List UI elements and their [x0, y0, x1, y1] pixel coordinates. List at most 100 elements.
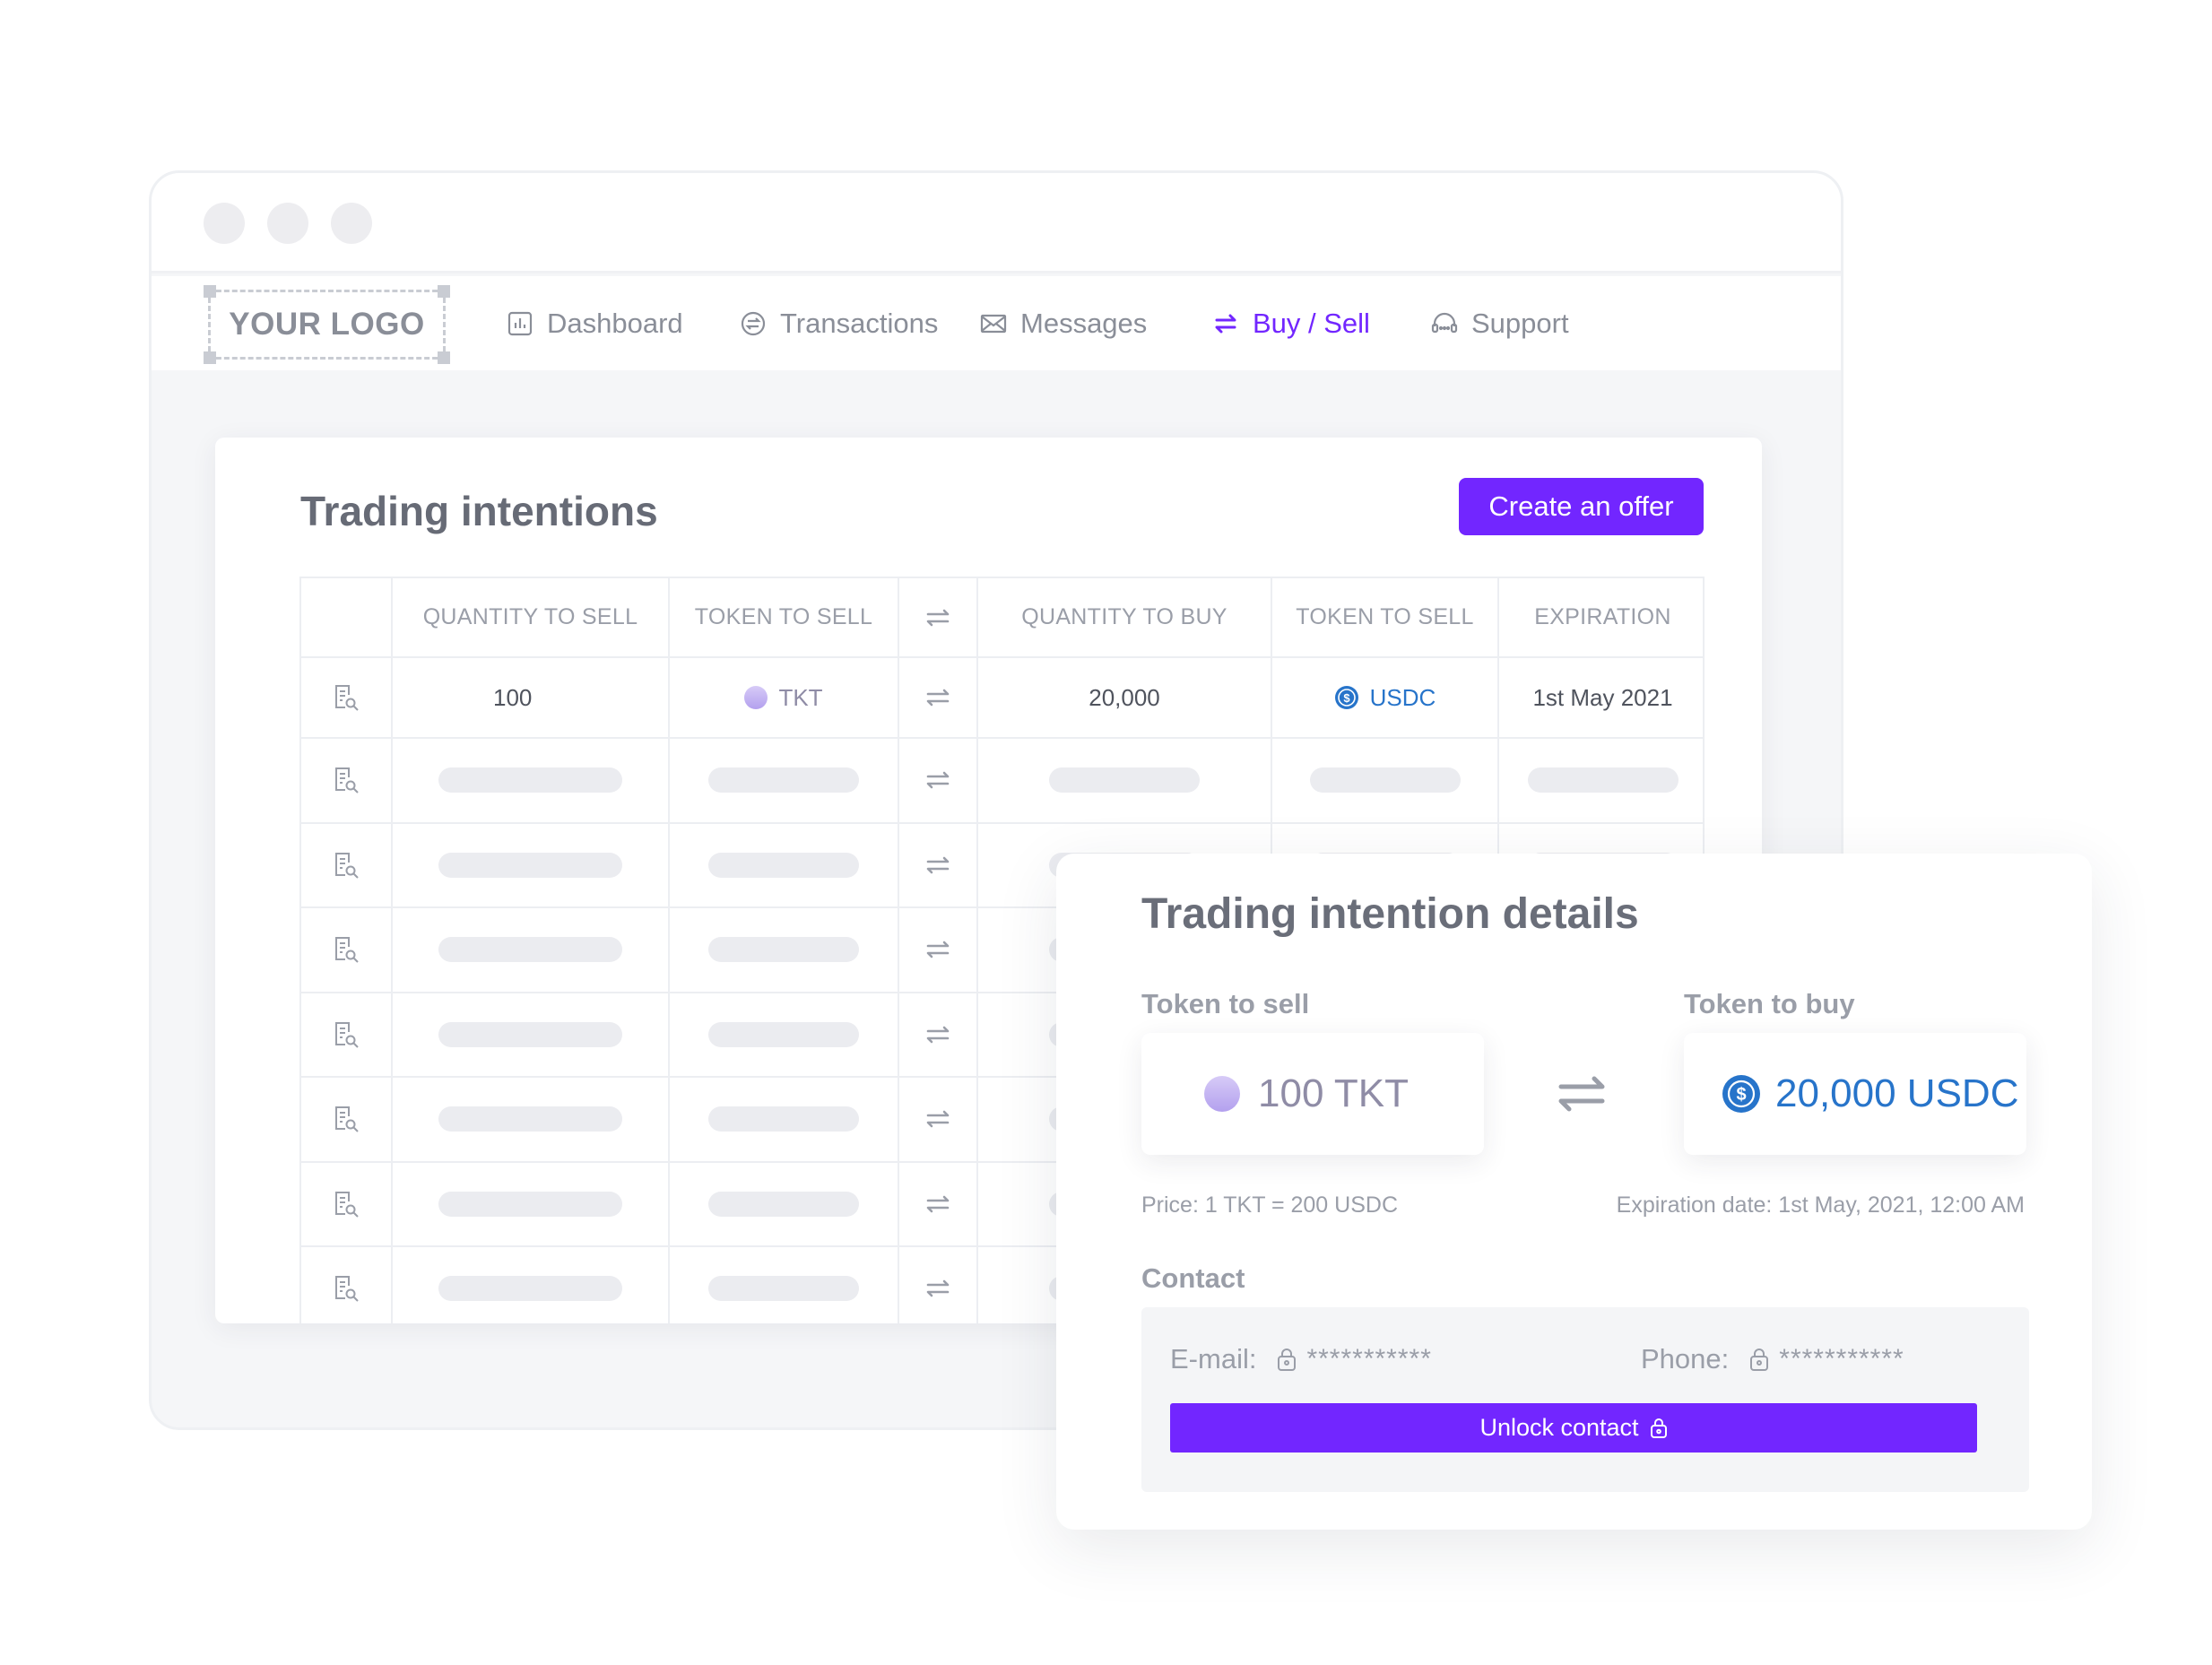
- swap-icon: [926, 1026, 950, 1044]
- nav-item-messages[interactable]: Messages: [979, 276, 1147, 370]
- nav-item-transactions[interactable]: Transactions: [739, 276, 938, 370]
- window-titlebar: [152, 173, 1841, 273]
- skeleton-cell: [668, 1247, 898, 1323]
- unlock-contact-button[interactable]: Unlock contact: [1170, 1403, 1977, 1453]
- lock-icon: [1278, 1348, 1297, 1371]
- envelope-icon: [980, 314, 1007, 333]
- nav-item-dashboard[interactable]: Dashboard: [506, 276, 683, 370]
- quantity-to-buy-cell: 20,000: [976, 658, 1271, 737]
- skeleton-cell: [668, 993, 898, 1076]
- expiration-cell: 1st May 2021: [1497, 658, 1703, 737]
- swap-icon: [926, 609, 950, 626]
- swap-icon: [926, 856, 950, 874]
- chart-icon: [507, 311, 533, 335]
- logo-placeholder[interactable]: YOUR LOGO: [204, 285, 450, 364]
- loading-placeholder: [438, 1021, 622, 1047]
- nav-label: Transactions: [780, 307, 939, 339]
- swap-icon: [926, 689, 950, 707]
- swap-icon: [1215, 314, 1236, 333]
- skeleton-cell: [391, 908, 668, 992]
- swap-cell: [898, 739, 976, 822]
- document-search-icon[interactable]: [331, 850, 361, 880]
- document-search-icon[interactable]: [331, 1189, 361, 1219]
- window-control-dot[interactable]: [204, 203, 245, 244]
- document-search-icon[interactable]: [331, 934, 361, 965]
- skeleton-cell: [391, 823, 668, 906]
- nav-label: Support: [1471, 307, 1569, 339]
- tkt-token-icon: [1204, 1076, 1240, 1112]
- resize-handle: [204, 285, 216, 298]
- nav-item-support[interactable]: Support: [1430, 276, 1569, 370]
- document-search-icon[interactable]: [331, 765, 361, 795]
- window-control-dot[interactable]: [267, 203, 308, 244]
- document-search-icon[interactable]: [331, 682, 361, 713]
- document-search-icon[interactable]: [331, 1104, 361, 1134]
- skeleton-cell: [668, 908, 898, 992]
- contact-box: E-mail: *********** Phone: *********** U…: [1141, 1307, 2029, 1492]
- skeleton-cell: [391, 993, 668, 1076]
- lock-icon: [1650, 1418, 1667, 1438]
- email-masked-value: ***********: [1306, 1344, 1432, 1374]
- swap-icon: [926, 1279, 950, 1297]
- logo-text: YOUR LOGO: [229, 307, 425, 342]
- swap-cell: [898, 1078, 976, 1161]
- usdc-token-icon: $: [1722, 1075, 1760, 1113]
- swap-cell: [898, 1162, 976, 1245]
- row-view-cell[interactable]: [301, 1078, 391, 1161]
- row-view-cell[interactable]: [301, 824, 391, 907]
- nav-label: Buy / Sell: [1253, 307, 1370, 339]
- nav-label: Dashboard: [547, 307, 683, 339]
- expiration-text: Expiration date: 1st May, 2021, 12:00 AM: [1616, 1192, 2025, 1218]
- swap-cell: [898, 908, 976, 992]
- document-search-icon[interactable]: [331, 1273, 361, 1304]
- lock-icon: [1750, 1348, 1769, 1371]
- top-navbar: YOUR LOGO Dashboard Transactions Message…: [152, 276, 1841, 370]
- loading-placeholder: [438, 937, 622, 963]
- swap-cell: [898, 658, 976, 737]
- loading-placeholder: [708, 1276, 859, 1302]
- token-to-buy-label: Token to buy: [1684, 988, 1855, 1019]
- loading-placeholder: [438, 1276, 622, 1302]
- loading-placeholder: [438, 852, 622, 878]
- column-header-swap: [898, 578, 976, 656]
- document-search-icon[interactable]: [331, 1019, 361, 1050]
- swap-cell: [898, 823, 976, 906]
- token-label: TKT: [778, 683, 823, 711]
- swap-cell: [898, 1247, 976, 1323]
- skeleton-cell: [391, 739, 668, 822]
- nav-label: Messages: [1020, 307, 1148, 339]
- email-field: E-mail: ***********: [1170, 1343, 1432, 1375]
- column-header-token-to-buy: TOKEN TO SELL: [1271, 578, 1497, 656]
- details-title: Trading intention details: [1141, 890, 1639, 938]
- tkt-token-icon: [744, 686, 768, 709]
- svg-text:$: $: [1343, 691, 1350, 705]
- row-view-cell[interactable]: [301, 658, 391, 737]
- row-view-cell[interactable]: [301, 1247, 391, 1323]
- buy-token-card: $ 20,000 USDC: [1684, 1033, 2026, 1155]
- swap-icon: [1558, 1076, 1605, 1112]
- create-offer-button[interactable]: Create an offer: [1459, 478, 1704, 535]
- skeleton-cell: [1271, 739, 1497, 822]
- nav-item-buy-sell[interactable]: Buy / Sell: [1211, 276, 1370, 370]
- skeleton-cell: [391, 1162, 668, 1245]
- row-view-cell[interactable]: [301, 908, 391, 992]
- token-to-sell-cell: TKT: [668, 658, 898, 737]
- trading-intention-details-popup: Trading intention details Token to sell …: [1056, 854, 2092, 1530]
- phone-field: Phone: ***********: [1641, 1343, 1904, 1375]
- skeleton-cell: [1497, 739, 1703, 822]
- row-view-cell[interactable]: [301, 1163, 391, 1246]
- row-view-cell[interactable]: [301, 739, 391, 822]
- buy-amount: 20,000 USDC: [1775, 1071, 2019, 1115]
- phone-label: Phone:: [1641, 1343, 1730, 1374]
- sell-amount: 100 TKT: [1258, 1071, 1409, 1115]
- skeleton-cell: [668, 1078, 898, 1161]
- table-row-placeholder[interactable]: [301, 739, 1703, 824]
- window-control-dot[interactable]: [331, 203, 372, 244]
- page-title: Trading intentions: [300, 488, 658, 534]
- contact-label: Contact: [1141, 1262, 1245, 1294]
- swap-icon: [926, 941, 950, 958]
- loading-placeholder: [708, 852, 859, 878]
- row-view-cell[interactable]: [301, 993, 391, 1077]
- table-row[interactable]: 100 TKT 20,000 $ USDC 1st May 2021: [301, 658, 1703, 739]
- loading-placeholder: [708, 937, 859, 963]
